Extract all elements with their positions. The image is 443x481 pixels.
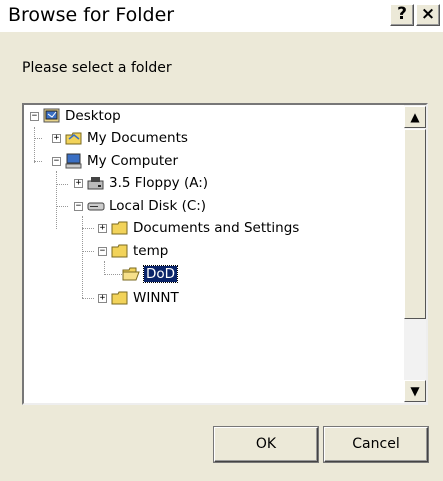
help-button[interactable]: ?: [390, 4, 414, 26]
tree-item-local-disk-c[interactable]: − Local Disk (C:): [74, 196, 206, 216]
tree-item-my-documents[interactable]: + My Documents: [52, 128, 188, 148]
vertical-scrollbar[interactable]: ▲ ▼: [404, 105, 426, 403]
tree-item-label: 3.5 Floppy (A:): [109, 175, 209, 191]
expand-toggle[interactable]: +: [52, 133, 61, 143]
tree-item-desktop[interactable]: − Desktop: [30, 106, 121, 126]
folder-icon: [111, 243, 129, 259]
tree-item-dod[interactable]: DoD: [122, 264, 179, 284]
tree-item-temp[interactable]: − temp: [98, 241, 168, 261]
tree-item-label: Desktop: [65, 108, 121, 124]
collapse-toggle[interactable]: −: [74, 201, 83, 211]
ok-button[interactable]: OK: [214, 427, 318, 462]
my-computer-icon: [65, 153, 83, 169]
browse-for-folder-dialog: Browse for Folder ? × Please select a fo…: [0, 0, 443, 481]
expand-toggle[interactable]: +: [98, 223, 107, 233]
expand-toggle[interactable]: +: [74, 178, 83, 188]
scroll-up-button[interactable]: ▲: [404, 106, 426, 128]
hard-disk-icon: [87, 198, 105, 214]
dialog-title: Browse for Folder: [8, 4, 175, 26]
close-button[interactable]: ×: [416, 4, 440, 26]
collapse-toggle[interactable]: −: [98, 246, 107, 256]
expand-toggle[interactable]: +: [98, 293, 107, 303]
tree-item-label: My Documents: [87, 130, 188, 146]
tree-item-label: Local Disk (C:): [109, 198, 207, 214]
folder-open-icon: [122, 266, 140, 282]
tree-item-label: WINNT: [133, 290, 179, 306]
tree-item-label: My Computer: [87, 153, 179, 169]
scroll-thumb[interactable]: [404, 129, 426, 319]
tree-item-floppy[interactable]: + 3.5 Floppy (A:): [74, 173, 208, 193]
tree-item-label: Documents and Settings: [133, 220, 300, 236]
prompt-text: Please select a folder: [22, 60, 172, 76]
floppy-drive-icon: [87, 175, 105, 191]
collapse-toggle[interactable]: −: [52, 156, 61, 166]
my-documents-folder-icon: [65, 130, 83, 146]
tree-item-label: temp: [133, 243, 169, 259]
tree-item-winnt[interactable]: + WINNT: [98, 288, 179, 308]
cancel-button[interactable]: Cancel: [324, 427, 428, 462]
collapse-toggle[interactable]: −: [30, 111, 39, 121]
tree-item-my-computer[interactable]: − My Computer: [52, 151, 178, 171]
folder-tree[interactable]: − Desktop + My Documents − My Computer +: [22, 103, 428, 405]
scroll-down-button[interactable]: ▼: [404, 380, 426, 402]
folder-icon: [111, 220, 129, 236]
tree-item-documents-and-settings[interactable]: + Documents and Settings: [98, 218, 299, 238]
tree-item-label-selected: DoD: [142, 265, 179, 283]
folder-icon: [111, 290, 129, 306]
desktop-icon: [43, 108, 61, 124]
title-bar: Browse for Folder ? ×: [0, 0, 443, 32]
